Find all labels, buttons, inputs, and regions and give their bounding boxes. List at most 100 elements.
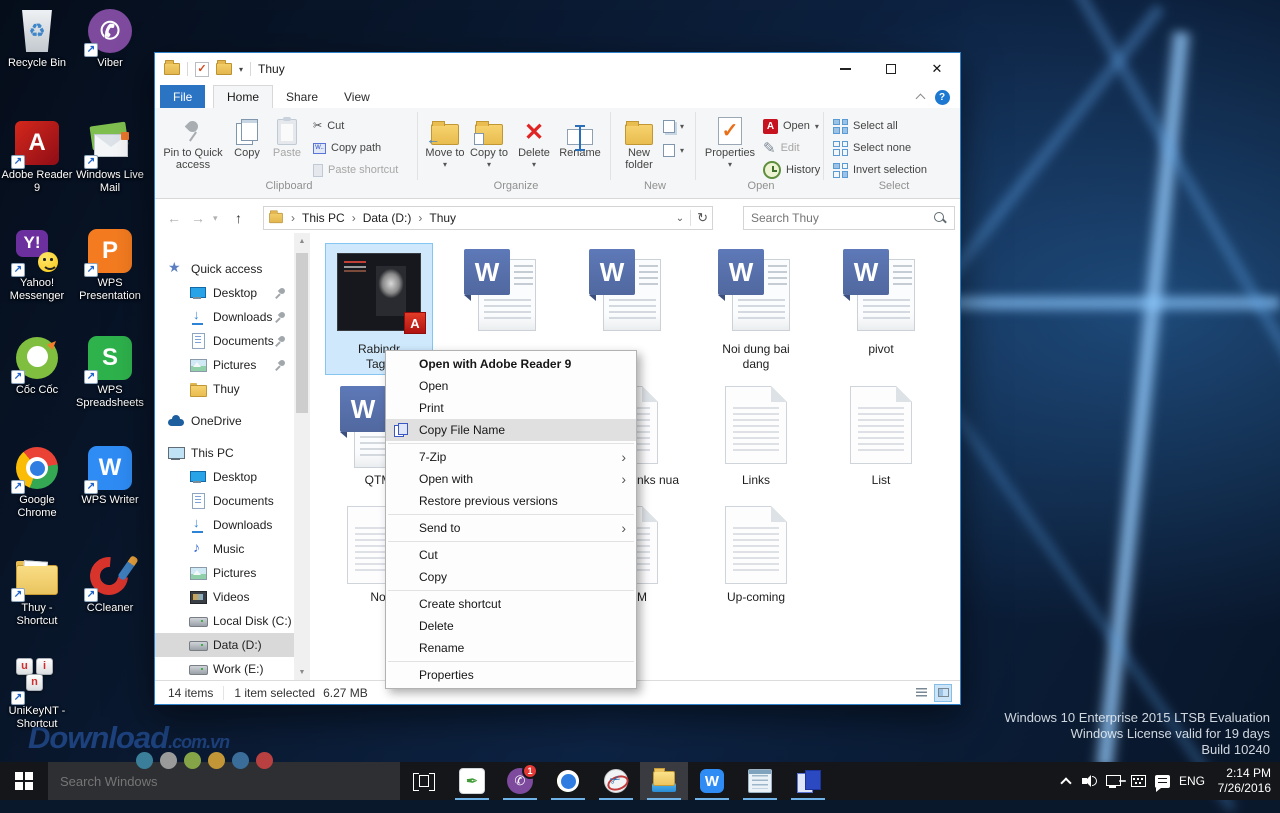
tab-file[interactable]: File [160,85,205,108]
delete-button[interactable]: ✕ Delete▾ [513,111,555,181]
back-button[interactable]: ← [167,207,181,229]
select-none-button[interactable]: Select none [833,138,911,158]
new-folder-button[interactable]: New folder [616,111,662,181]
thumbnails-view-button[interactable] [934,684,952,702]
sidebar-item-pictures[interactable]: Pictures [155,353,294,377]
desktop-icon-yahoo-messenger[interactable]: Y!↗ Yahoo! Messenger [1,228,73,303]
file-word-pivot[interactable]: W [843,249,919,335]
menu-send-to[interactable]: Send to› [386,517,636,539]
taskbar-search[interactable] [48,762,400,800]
task-view-button[interactable] [400,762,448,800]
address-bar[interactable]: › This PC › Data (D:) › Thuy ⌄ ↻ [263,206,713,230]
scroll-up-icon[interactable]: ▲ [294,233,310,249]
sidebar-item-videos[interactable]: Videos [155,585,294,609]
menu-rename[interactable]: Rename [386,637,636,659]
start-button[interactable] [0,762,48,800]
sidebar-item-downloads-2[interactable]: Downloads [155,513,294,537]
desktop-icon-adobe-reader[interactable]: A↗ Adobe Reader 9 [1,120,73,195]
title-bar[interactable]: ✓ ▾ Thuy ✕ [155,53,960,85]
address-dropdown-icon[interactable]: ⌄ [676,213,684,224]
taskbar-app-chrome[interactable] [544,762,592,800]
sidebar-item-onedrive[interactable]: OneDrive [155,409,294,433]
menu-open-with-adobe[interactable]: Open with Adobe Reader 9 [386,353,636,375]
new-item-button[interactable]: ▾ [663,116,684,136]
tab-home[interactable]: Home [213,85,273,108]
pin-to-quick-access-button[interactable]: Pin to Quick access [161,111,225,181]
sidebar-item-pictures-2[interactable]: Pictures [155,561,294,585]
file-text-list[interactable] [850,386,912,464]
sidebar-item-quick-access[interactable]: Quick access [155,257,294,281]
sidebar-scrollbar[interactable]: ▲ ▼ [294,233,310,680]
easy-access-button[interactable]: ▾ [663,140,684,160]
tray-chevron-up-icon[interactable] [1054,762,1078,800]
file-word-doc[interactable]: W [464,249,540,335]
copy-to-button[interactable]: Copy to▾ [467,111,511,181]
recent-locations-icon[interactable]: ▾ [213,207,218,229]
menu-7zip[interactable]: 7-Zip› [386,446,636,468]
desktop-icon-wps-spreadsheets[interactable]: S↗ WPS Spreadsheets [74,335,146,410]
taskbar-search-input[interactable] [60,774,388,789]
menu-print[interactable]: Print [386,397,636,419]
file-text-links[interactable] [725,386,787,464]
invert-selection-button[interactable]: Invert selection [833,160,927,180]
search-box[interactable] [743,206,955,230]
desktop-icon-unikey-shortcut[interactable]: uin↗ UniKeyNT - Shortcut [1,656,73,731]
paste-shortcut-button[interactable]: Paste shortcut [313,160,398,180]
up-button[interactable]: ↑ [235,207,242,229]
paste-button[interactable]: Paste [267,111,307,181]
breadcrumb-data-d[interactable]: Data (D:) [363,211,412,225]
breadcrumb-this-pc[interactable]: This PC [302,211,345,225]
desktop-icon-wps-writer[interactable]: W↗ WPS Writer [74,445,146,507]
taskbar-app-quill-document[interactable]: ✒ [448,762,496,800]
desktop-icon-coc-coc[interactable]: ↗ Cốc Cốc [1,335,73,397]
action-center-icon[interactable] [1150,762,1174,800]
copy-path-button[interactable]: W.. Copy path [313,138,381,158]
unikey-tray-icon[interactable] [1126,762,1150,800]
taskbar-app-wps-writer[interactable]: W [688,762,736,800]
menu-properties[interactable]: Properties [386,664,636,686]
search-input[interactable] [751,211,934,225]
breadcrumb-thuy[interactable]: Thuy [429,211,456,225]
network-icon[interactable] [1102,762,1126,800]
tab-share[interactable]: Share [273,85,331,108]
history-button[interactable]: History [763,160,820,180]
desktop-icon-ccleaner[interactable]: ↗ CCleaner [74,553,146,615]
desktop-icon-google-chrome[interactable]: ↗ Google Chrome [1,445,73,520]
qat-dropdown-icon[interactable]: ▾ [239,65,243,74]
sidebar-item-thuy[interactable]: Thuy [155,377,294,401]
sidebar-item-local-disk-c[interactable]: Local Disk (C:) [155,609,294,633]
minimize-button[interactable] [822,53,868,85]
menu-delete[interactable]: Delete [386,615,636,637]
copy-button[interactable]: Copy [229,111,265,181]
new-folder-qat-icon[interactable] [216,63,232,75]
select-all-button[interactable]: Select all [833,116,898,136]
taskbar-app-snipping-tool[interactable] [592,762,640,800]
menu-copy[interactable]: Copy [386,566,636,588]
file-word-doc[interactable]: W [589,249,665,335]
sidebar-item-downloads[interactable]: Downloads [155,305,294,329]
desktop-icon-viber[interactable]: ✆↗ Viber [74,8,146,70]
help-icon[interactable]: ? [934,89,950,105]
file-word-noi-dung[interactable]: W [718,249,794,335]
maximize-button[interactable] [868,53,914,85]
desktop-icon-thuy-shortcut[interactable]: ↗ Thuy - Shortcut [1,553,73,628]
open-button[interactable]: AOpen▾ [763,116,819,136]
sidebar-item-music[interactable]: Music [155,537,294,561]
file-text-upcoming[interactable] [725,506,787,584]
search-icon[interactable] [934,212,947,225]
desktop-icon-windows-live-mail[interactable]: ↗ Windows Live Mail [74,120,146,195]
move-to-button[interactable]: ← Move to▾ [423,111,467,181]
scrollbar-thumb[interactable] [296,253,308,413]
scroll-down-icon[interactable]: ▼ [294,664,310,680]
menu-cut[interactable]: Cut [386,544,636,566]
volume-icon[interactable] [1078,762,1102,800]
menu-copy-file-name[interactable]: Copy File Name [386,419,636,441]
sidebar-item-desktop-2[interactable]: Desktop [155,465,294,489]
sidebar-item-documents[interactable]: Documents [155,329,294,353]
sidebar-item-desktop[interactable]: Desktop [155,281,294,305]
forward-button[interactable]: → [191,207,205,229]
properties-qat-icon[interactable]: ✓ [195,62,209,77]
desktop-icon-wps-presentation[interactable]: P↗ WPS Presentation [74,228,146,303]
details-view-button[interactable] [912,684,930,702]
menu-restore-previous-versions[interactable]: Restore previous versions [386,490,636,512]
